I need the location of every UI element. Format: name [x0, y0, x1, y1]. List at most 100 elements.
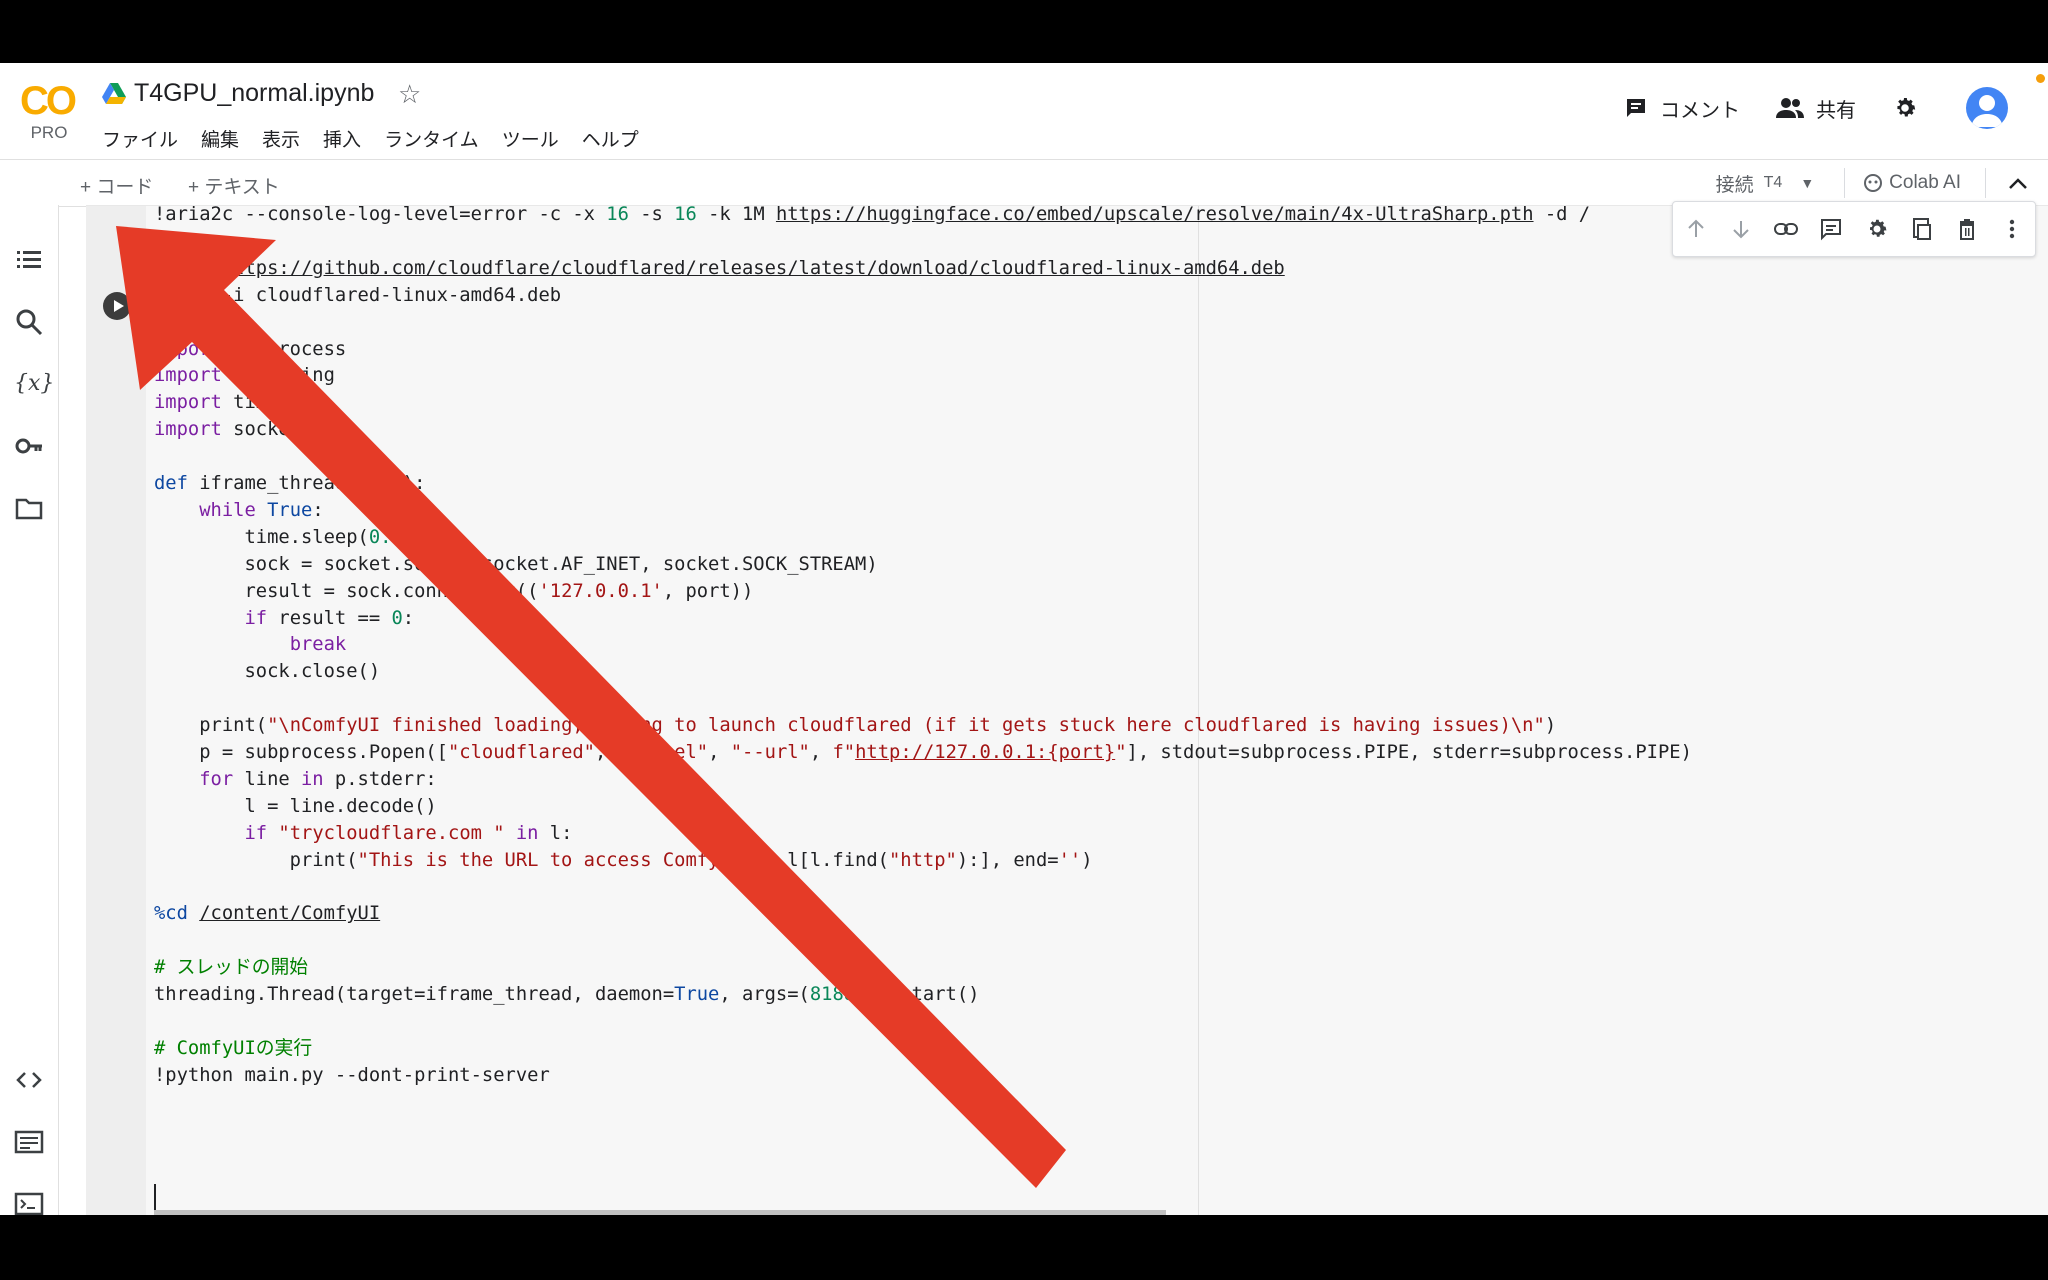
settings-button[interactable]	[1892, 95, 1930, 121]
menu-insert[interactable]: 挿入	[323, 125, 361, 152]
code-token: 16	[606, 206, 629, 225]
code-token: http://127.0.0.1:{port}	[855, 742, 1116, 763]
avatar[interactable]	[1966, 87, 2008, 129]
more-icon[interactable]	[1999, 216, 2025, 242]
colab-logo[interactable]: CO PRO	[20, 81, 80, 142]
code-token: -d /	[1533, 206, 1591, 225]
code-token: def	[154, 473, 188, 494]
mirror-cell-icon[interactable]	[1909, 216, 1935, 242]
search-icon[interactable]	[14, 307, 44, 337]
menu-file[interactable]: ファイル	[102, 125, 178, 152]
share-button[interactable]: 共有	[1776, 94, 1856, 123]
menu-tools[interactable]: ツール	[502, 125, 559, 152]
notebook-toolbar: + コード + テキスト 接続 T4 ▼ Colab AI	[0, 159, 2048, 207]
code-token: )	[1544, 715, 1557, 737]
menu-view[interactable]: 表示	[262, 125, 300, 152]
connect-button[interactable]: 接続 T4 ▼	[1716, 170, 1815, 197]
people-icon	[1776, 98, 1804, 118]
code-token: socket	[221, 419, 301, 441]
code-token: :	[312, 499, 324, 521]
code-token: ):], end=	[956, 849, 1059, 871]
toc-icon[interactable]	[14, 245, 44, 275]
code-token: "This is the URL to access ComfyUI:"	[357, 849, 765, 871]
code-token: "http"	[888, 849, 957, 871]
terminal-icon[interactable]	[14, 1189, 44, 1215]
code-cell[interactable]: !aria2c --console-log-level=error -c -x …	[86, 205, 2048, 1215]
share-label: 共有	[1816, 99, 1856, 122]
comment-button[interactable]: コメント	[1624, 94, 1740, 123]
horizontal-scrollbar[interactable]	[154, 1210, 1166, 1215]
colab-window: CO PRO T4GPU_normal.ipynb ☆ ファイル 編集 表示 挿…	[0, 63, 2048, 1215]
code-token: while	[199, 499, 256, 521]
run-cell-icon[interactable]	[103, 292, 131, 320]
star-icon[interactable]: ☆	[398, 79, 421, 110]
code-token: !dpkg -i cloudflared-linux-amd64.deb	[154, 284, 562, 306]
code-token: "	[1115, 742, 1127, 763]
variables-icon[interactable]: {x}	[14, 369, 54, 399]
code-token: sock.close()	[154, 661, 381, 683]
code-token: '127.0.0.1'	[538, 580, 663, 602]
code-token: )	[1081, 849, 1093, 871]
comment-icon	[1627, 99, 1645, 117]
add-text-button[interactable]: + テキスト	[188, 172, 280, 199]
code-editor[interactable]: !aria2c --console-log-level=error -c -x …	[154, 206, 2044, 1206]
code-line: result = sock.connect_ex(('127.0.0.1', p…	[154, 578, 753, 605]
notebook-title[interactable]: T4GPU_normal.ipynb	[134, 79, 374, 108]
code-line: while True:	[154, 497, 324, 524]
cell-toolbar	[1672, 201, 2036, 257]
code-token: # スレッドの開始	[154, 957, 309, 979]
folder-icon[interactable]	[14, 493, 44, 523]
key-icon[interactable]	[14, 431, 44, 461]
code-token: ,	[708, 742, 731, 763]
chevron-up-icon[interactable]	[2008, 176, 2028, 190]
code-snippets-icon[interactable]	[14, 1065, 44, 1095]
code-token: !wget	[154, 257, 222, 279]
code-line: print("This is the URL to access ComfyUI…	[154, 847, 1093, 874]
code-line: !python main.py --dont-print-server	[154, 1062, 550, 1089]
code-token: import	[154, 338, 222, 360]
code-token: p = subprocess.Popen([	[154, 742, 448, 763]
code-line: if result == 0:	[154, 605, 414, 632]
chevron-down-icon[interactable]: ▼	[1800, 175, 1814, 191]
runtime-type: T4	[1763, 174, 1783, 191]
comment-cell-icon[interactable]	[1818, 216, 1844, 242]
code-token: https://huggingface.co/embed/upscale/res…	[775, 206, 1534, 225]
left-sidebar: {x}	[0, 205, 59, 1215]
code-token: 8188	[809, 984, 856, 1006]
code-token: import	[154, 419, 222, 441]
code-line: break	[154, 631, 347, 658]
drive-icon[interactable]	[102, 83, 126, 105]
cell-settings-icon[interactable]	[1864, 216, 1890, 242]
menu-edit[interactable]: 編集	[201, 125, 239, 152]
code-token: result = sock.connect_ex((	[154, 580, 539, 602]
code-token: for	[199, 768, 234, 790]
arrow-up-icon[interactable]	[1683, 216, 1709, 242]
add-code-button[interactable]: + コード	[80, 172, 153, 199]
code-line: import subprocess	[154, 336, 346, 363]
code-line: !dpkg -i cloudflared-linux-amd64.deb	[154, 282, 561, 309]
code-line: def iframe_thread(port):	[154, 470, 425, 497]
divider	[1844, 168, 1846, 198]
colab-ai-label: Colab AI	[1889, 172, 1961, 193]
menu-runtime[interactable]: ランタイム	[384, 125, 479, 152]
command-palette-icon[interactable]	[14, 1127, 44, 1157]
delete-icon[interactable]	[1954, 216, 1980, 242]
code-token: True	[674, 984, 720, 1006]
link-icon[interactable]	[1773, 216, 1799, 242]
code-token: import	[154, 365, 222, 387]
code-token: "--url"	[730, 742, 810, 763]
code-token: 0.5	[368, 526, 403, 548]
menu-help[interactable]: ヘルプ	[582, 125, 639, 152]
code-token: "tunnel"	[617, 742, 709, 763]
code-token: if	[244, 607, 268, 629]
arrow-down-icon[interactable]	[1728, 216, 1754, 242]
code-token: p.stderr:	[323, 768, 437, 790]
code-token: )	[402, 526, 415, 548]
colab-ai-button[interactable]: Colab AI	[1863, 172, 1961, 194]
code-token: print(	[154, 715, 268, 737]
